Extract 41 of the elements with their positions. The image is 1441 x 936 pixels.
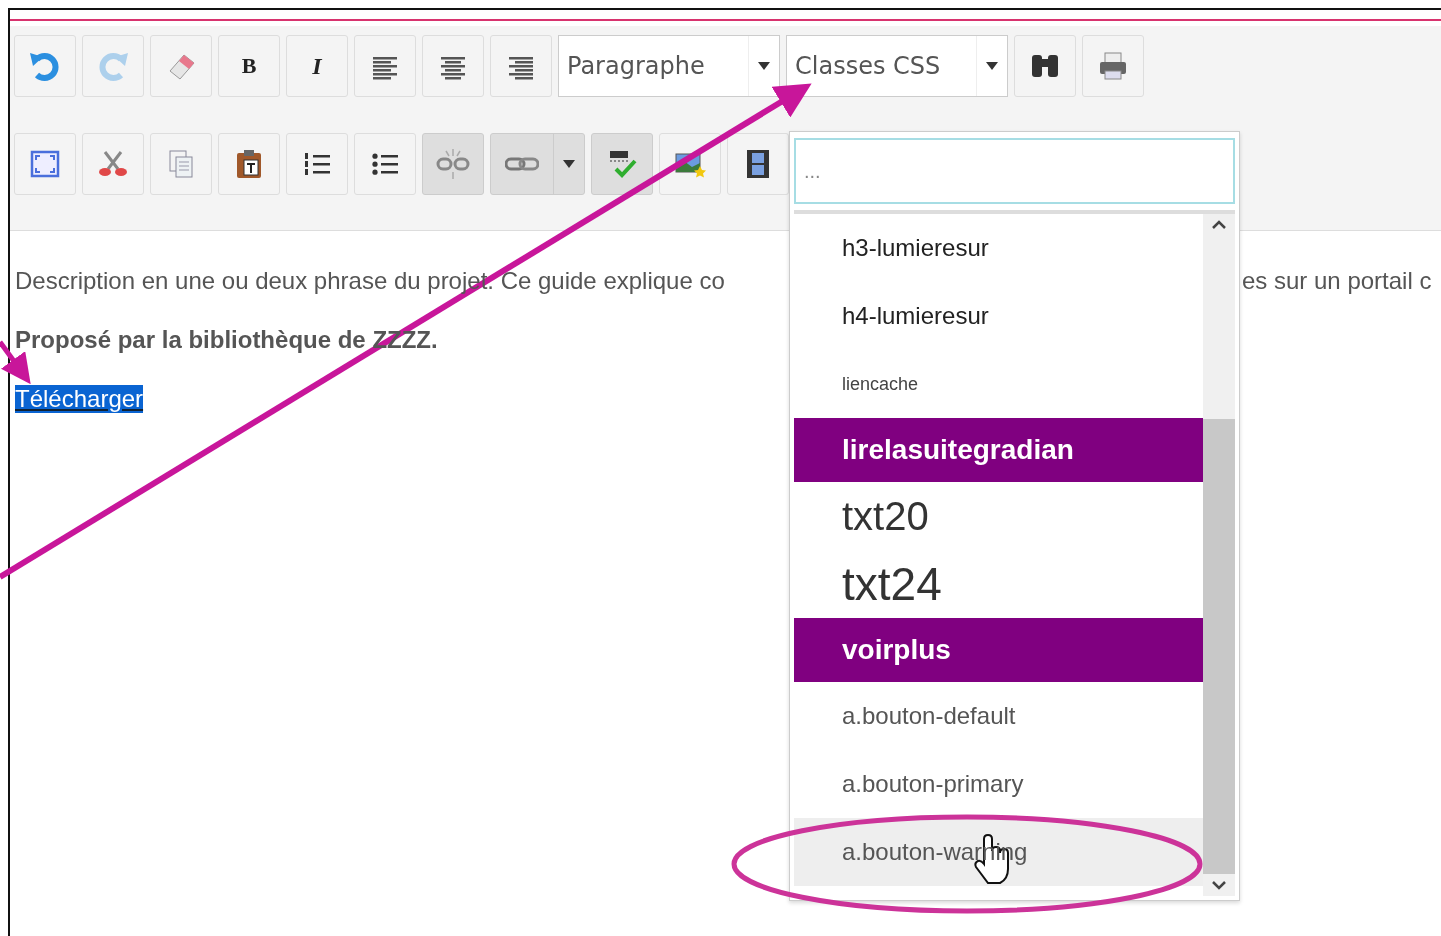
align-right-button[interactable]	[490, 35, 552, 97]
align-left-button[interactable]	[354, 35, 416, 97]
remove-format-button[interactable]	[150, 35, 212, 97]
caret-icon	[985, 61, 999, 71]
select-dropdown[interactable]: Classes CSS	[786, 35, 1008, 97]
search-field[interactable]: ...	[794, 138, 1235, 204]
scroll-thumb[interactable]	[1203, 419, 1235, 874]
caret-icon	[757, 61, 771, 71]
menu-item[interactable]: a.bouton-primary	[794, 750, 1203, 818]
caret-icon	[562, 159, 576, 169]
scroll-up-icon[interactable]	[1211, 220, 1227, 230]
menu-item[interactable]: h3-lumieresur	[794, 214, 1203, 282]
menu-item[interactable]: a.bouton-default	[794, 682, 1203, 750]
cut-button[interactable]	[82, 133, 144, 195]
scroll-down-icon[interactable]	[1211, 880, 1227, 890]
select-dropdown[interactable]: Paragraphe	[558, 35, 780, 97]
link-button[interactable]	[490, 133, 585, 195]
undo-button[interactable]	[14, 35, 76, 97]
unlink-button[interactable]	[422, 133, 484, 195]
align-center-button[interactable]	[422, 35, 484, 97]
paste-button[interactable]	[218, 133, 280, 195]
download-link[interactable]: Télécharger	[15, 385, 144, 413]
menu-item[interactable]: liencache	[794, 350, 1203, 418]
link-icon	[505, 156, 539, 172]
italic-button[interactable]: I	[286, 35, 348, 97]
fullscreen-button[interactable]	[14, 133, 76, 195]
broken-link-icon	[436, 147, 470, 181]
menu-item[interactable]: txt20	[794, 482, 1203, 550]
menu-item[interactable]: txt24	[794, 550, 1203, 618]
print-button[interactable]	[1082, 35, 1144, 97]
paragraph-text: es sur un portail c	[1242, 267, 1432, 295]
numbered-list-button[interactable]	[286, 133, 348, 195]
find-button[interactable]	[1014, 35, 1076, 97]
menu-item[interactable]: h4-lumieresur	[794, 282, 1203, 350]
bullet-list-button[interactable]	[354, 133, 416, 195]
bold-button[interactable]: B	[218, 35, 280, 97]
menu-item[interactable]: voirplus	[794, 618, 1203, 682]
spellcheck-button[interactable]	[591, 133, 653, 195]
menu-item[interactable]: lirelasuitegradian	[794, 418, 1203, 482]
video-button[interactable]	[727, 133, 789, 195]
scrollbar[interactable]	[1203, 214, 1235, 896]
